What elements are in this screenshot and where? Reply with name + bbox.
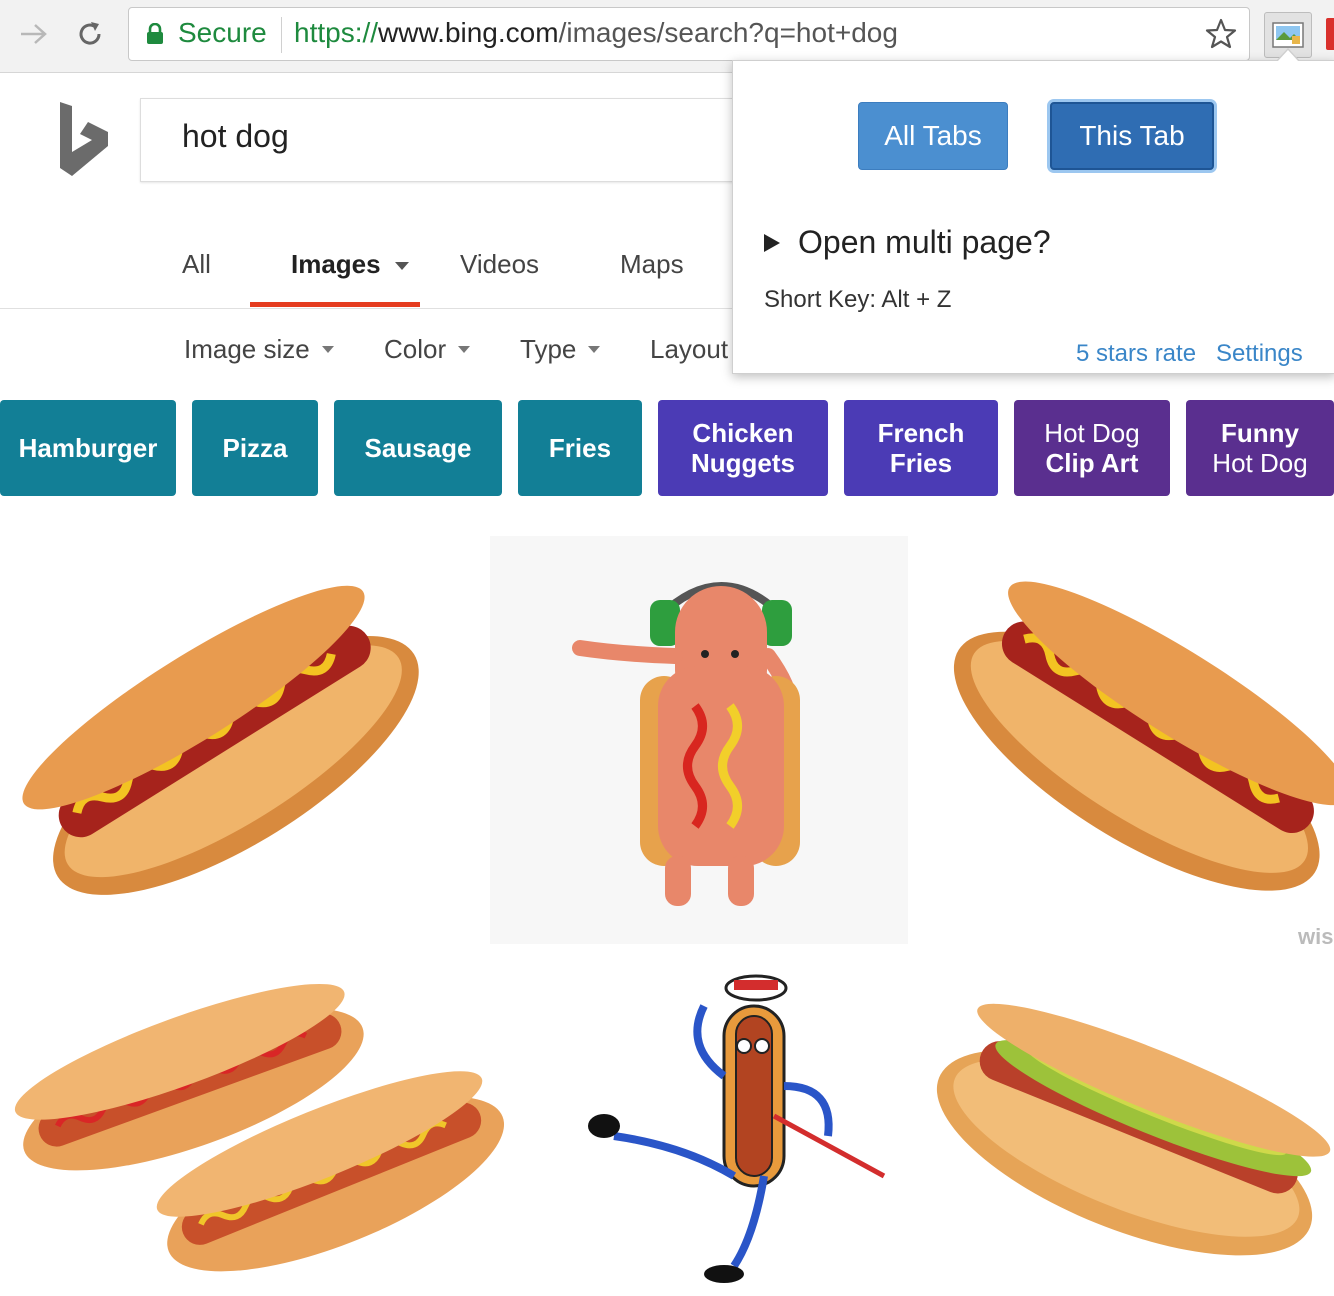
forward-icon[interactable] bbox=[16, 16, 52, 52]
expand-triangle-icon[interactable] bbox=[764, 234, 780, 252]
bing-logo[interactable] bbox=[58, 100, 110, 183]
chip-label: French Fries bbox=[878, 418, 965, 478]
rate-link[interactable]: 5 stars rate bbox=[1076, 340, 1196, 368]
filter-label: Color bbox=[384, 334, 447, 364]
chip-label-line2: Clip Art bbox=[1045, 448, 1139, 478]
chip-label: Chicken Nuggets bbox=[691, 418, 795, 478]
tab-images[interactable]: Images bbox=[291, 249, 381, 280]
image-result[interactable] bbox=[0, 540, 440, 940]
popup-arrow bbox=[1277, 50, 1299, 62]
filter-label: Layout bbox=[650, 334, 729, 364]
image-result[interactable] bbox=[950, 560, 1334, 920]
extension-icon[interactable] bbox=[1326, 18, 1334, 50]
related-chip-fries[interactable]: Fries bbox=[518, 400, 642, 496]
url-text[interactable]: https://www.bing.com/images/search?q=hot… bbox=[294, 17, 898, 49]
all-tabs-button[interactable]: All Tabs bbox=[858, 102, 1008, 170]
lock-icon bbox=[146, 22, 164, 50]
related-chip-french-fries[interactable]: French Fries bbox=[844, 400, 998, 496]
tab-videos[interactable]: Videos bbox=[460, 249, 539, 280]
url-separator bbox=[281, 17, 282, 53]
chevron-down-icon bbox=[321, 346, 334, 353]
filter-label: Type bbox=[520, 334, 577, 364]
tab-all[interactable]: All bbox=[182, 249, 211, 280]
filter-image-size[interactable]: Image size bbox=[184, 334, 334, 365]
image-result[interactable] bbox=[0, 970, 510, 1282]
url-scheme: https:// bbox=[294, 17, 379, 48]
chip-label: Pizza bbox=[222, 433, 288, 463]
url-path: /images/search?q=hot+dog bbox=[558, 17, 898, 48]
bookmark-star-icon[interactable] bbox=[1204, 17, 1238, 56]
chip-label-line2: Nuggets bbox=[691, 448, 795, 478]
secure-label: Secure bbox=[178, 17, 267, 48]
chevron-down-icon bbox=[458, 346, 471, 353]
chip-label-line2: Hot Dog bbox=[1212, 448, 1308, 478]
chip-label: Fries bbox=[548, 433, 612, 463]
active-tab-indicator bbox=[250, 302, 420, 307]
related-chip-sausage[interactable]: Sausage bbox=[334, 400, 502, 496]
related-chip-hot-dog-clip-art[interactable]: Hot Dog Clip Art bbox=[1014, 400, 1170, 496]
settings-link[interactable]: Settings bbox=[1216, 340, 1303, 368]
filter-color[interactable]: Color bbox=[384, 334, 471, 365]
this-tab-button[interactable]: This Tab bbox=[1050, 102, 1214, 170]
chevron-down-icon[interactable] bbox=[395, 262, 409, 270]
chip-label: Funny Hot Dog bbox=[1212, 418, 1307, 478]
related-chip-chicken-nuggets[interactable]: Chicken Nuggets bbox=[658, 400, 828, 496]
chip-label: Sausage bbox=[364, 433, 472, 463]
related-chip-hamburger[interactable]: Hamburger bbox=[0, 400, 176, 496]
open-multi-page-toggle[interactable]: Open multi page? bbox=[798, 224, 1051, 261]
chip-label-line1: Funny bbox=[1220, 418, 1299, 448]
chip-label-line2: Fries bbox=[889, 448, 953, 478]
chip-label-line1: Hot Dog bbox=[1044, 418, 1140, 448]
tab-maps[interactable]: Maps bbox=[620, 249, 684, 280]
watermark-text: wis bbox=[1298, 924, 1334, 949]
chip-label-line1: Chicken bbox=[692, 418, 794, 448]
image-result[interactable] bbox=[932, 984, 1334, 1284]
filter-layout[interactable]: Layout bbox=[650, 334, 728, 365]
related-chip-funny-hot-dog[interactable]: Funny Hot Dog bbox=[1186, 400, 1334, 496]
image-result[interactable] bbox=[490, 536, 908, 944]
chip-label-line1: French bbox=[877, 418, 965, 448]
related-chip-pizza[interactable]: Pizza bbox=[192, 400, 318, 496]
search-input[interactable]: hot dog bbox=[182, 118, 289, 155]
url-host: www.bing.com bbox=[378, 17, 559, 48]
reload-icon[interactable] bbox=[70, 14, 110, 54]
shortkey-text: Short Key: Alt + Z bbox=[764, 286, 952, 313]
filter-type[interactable]: Type bbox=[520, 334, 601, 365]
image-result[interactable] bbox=[584, 966, 888, 1284]
chip-label: Hamburger bbox=[18, 433, 158, 463]
chip-label: Hot Dog Clip Art bbox=[1044, 418, 1139, 478]
chevron-down-icon bbox=[588, 346, 601, 353]
filter-label: Image size bbox=[184, 334, 310, 364]
extension-popup bbox=[732, 60, 1334, 374]
